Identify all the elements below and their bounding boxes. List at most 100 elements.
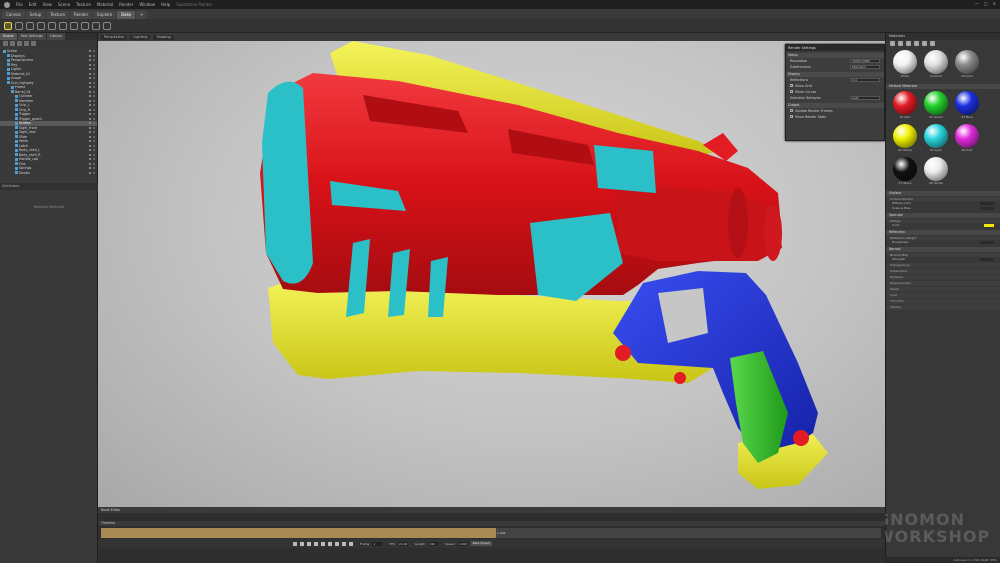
tab-bake[interactable]: Bake [117,11,136,19]
lock-icon[interactable] [93,117,95,120]
gun-model[interactable] [98,33,885,507]
visibility-icon[interactable] [89,131,91,133]
length-field[interactable]: 240 [428,541,439,546]
tree-item[interactable]: Decals [0,171,97,176]
lock-icon[interactable] [93,54,95,57]
material-swatch[interactable]: 07 Black [891,157,919,187]
menu-file[interactable]: File [16,2,23,7]
material-swatch[interactable]: 05 Cyan [922,124,950,154]
visibility-icon[interactable] [89,54,91,57]
eraser-tool-icon[interactable] [59,21,67,30]
3d-viewport[interactable]: Perspective Lighting Shading [98,33,885,507]
material-swatch[interactable]: 08 White [922,157,950,187]
lock-icon[interactable] [93,140,95,142]
tab-setup[interactable]: Setup [25,11,46,19]
lock-icon[interactable] [93,126,95,129]
tab-add[interactable]: + [136,11,148,19]
visibility-icon[interactable] [89,95,91,97]
scale-tool-icon[interactable] [37,21,45,30]
speed-field[interactable]: 1.000 [457,541,468,546]
list-view-icon[interactable] [922,41,927,46]
folder-icon[interactable] [898,41,903,46]
lock-icon[interactable] [93,113,95,115]
visibility-icon[interactable] [89,104,91,106]
search-icon[interactable] [24,41,29,46]
visibility-icon[interactable] [89,108,91,111]
material-swatch[interactable]: 02 Green [922,91,950,121]
brush-tool-icon[interactable] [48,21,56,30]
lock-icon[interactable] [93,77,95,79]
visibility-icon[interactable] [89,171,91,174]
render-settings-title[interactable]: Render Settings [786,45,884,51]
attribute-section-header[interactable]: Specular [886,213,1000,218]
menu-edit[interactable]: Edit [29,2,37,7]
node-editor-tab[interactable]: Node Editor [98,507,885,513]
sphere-tool-icon[interactable] [70,21,78,30]
menu-window[interactable]: Window [139,2,155,7]
lasso-tool-icon[interactable] [92,21,100,30]
collapsed-attribute[interactable]: Sheen [886,287,1000,292]
loop-icon[interactable] [349,541,353,546]
options-icon[interactable] [31,41,36,46]
settings-checkbox[interactable] [790,90,793,93]
visibility-icon[interactable] [89,99,91,102]
visibility-icon[interactable] [89,162,91,165]
tab-library[interactable]: Library [46,33,66,40]
visibility-icon[interactable] [89,63,91,66]
attribute-field[interactable] [980,201,994,206]
frame-field[interactable]: 1 [372,541,383,546]
lock-icon[interactable] [93,81,95,84]
menu-material[interactable]: Material [97,2,113,7]
save-icon[interactable] [906,41,911,46]
lock-icon[interactable] [93,95,95,97]
visibility-icon[interactable] [89,72,91,75]
lock-icon[interactable] [93,99,95,102]
tab-scene[interactable]: Scene [0,33,17,40]
lock-icon[interactable] [93,50,95,52]
attribute-section-header[interactable]: Normal [886,247,1000,252]
visibility-icon[interactable] [89,90,91,93]
material-swatch[interactable]: 06 Pink [953,124,981,154]
camera-dropdown[interactable]: Perspective [101,34,128,40]
settings-checkbox[interactable] [790,115,793,118]
material-swatch[interactable]: 03 Blue [953,91,981,121]
collapsed-attribute[interactable]: Emission [886,275,1000,280]
material-swatch[interactable]: Chrome [953,50,981,80]
material-swatch[interactable]: White [891,50,919,80]
add-icon[interactable] [3,41,8,46]
menu-view[interactable]: View [42,2,52,7]
last-frame-icon[interactable] [342,541,346,546]
lock-icon[interactable] [93,63,95,66]
lock-icon[interactable] [93,72,95,75]
collapsed-attribute[interactable]: Transparency [886,263,1000,268]
lock-icon[interactable] [93,131,95,133]
rate-speed-button[interactable]: Rate Speed [470,541,492,546]
select-tool-icon[interactable] [4,21,12,30]
minimize-button[interactable]: — [975,1,979,6]
collapsed-attribute[interactable]: Coat [886,293,1000,298]
filter-icon[interactable] [17,41,22,46]
menu-texture[interactable]: Texture [76,2,91,7]
attribute-field[interactable] [980,240,994,245]
color-swatch[interactable] [984,223,994,228]
tab-render[interactable]: Render [70,11,93,19]
visibility-icon[interactable] [89,153,91,156]
tab-tool-settings[interactable]: Tool Settings [17,33,46,40]
play-reverse-icon[interactable] [314,541,318,546]
visibility-icon[interactable] [89,126,91,129]
visibility-icon[interactable] [89,149,91,151]
visibility-icon[interactable] [89,86,91,88]
collapsed-attribute[interactable]: Volume [886,305,1000,310]
settings-field[interactable]: Standard [850,65,880,69]
visibility-icon[interactable] [89,144,91,147]
timeline-track[interactable]: 1-241 [101,528,881,538]
lock-icon[interactable] [93,108,95,111]
tab-texture[interactable]: Texture [46,11,69,19]
settings-icon[interactable] [930,41,935,46]
collapsed-attribute[interactable]: Thin Film [886,299,1000,304]
tab-canvas[interactable]: Canvas [2,11,25,19]
new-material-icon[interactable] [890,41,895,46]
prev-frame-icon[interactable] [307,541,311,546]
settings-checkbox[interactable] [790,109,793,112]
first-frame-icon[interactable] [293,541,297,546]
